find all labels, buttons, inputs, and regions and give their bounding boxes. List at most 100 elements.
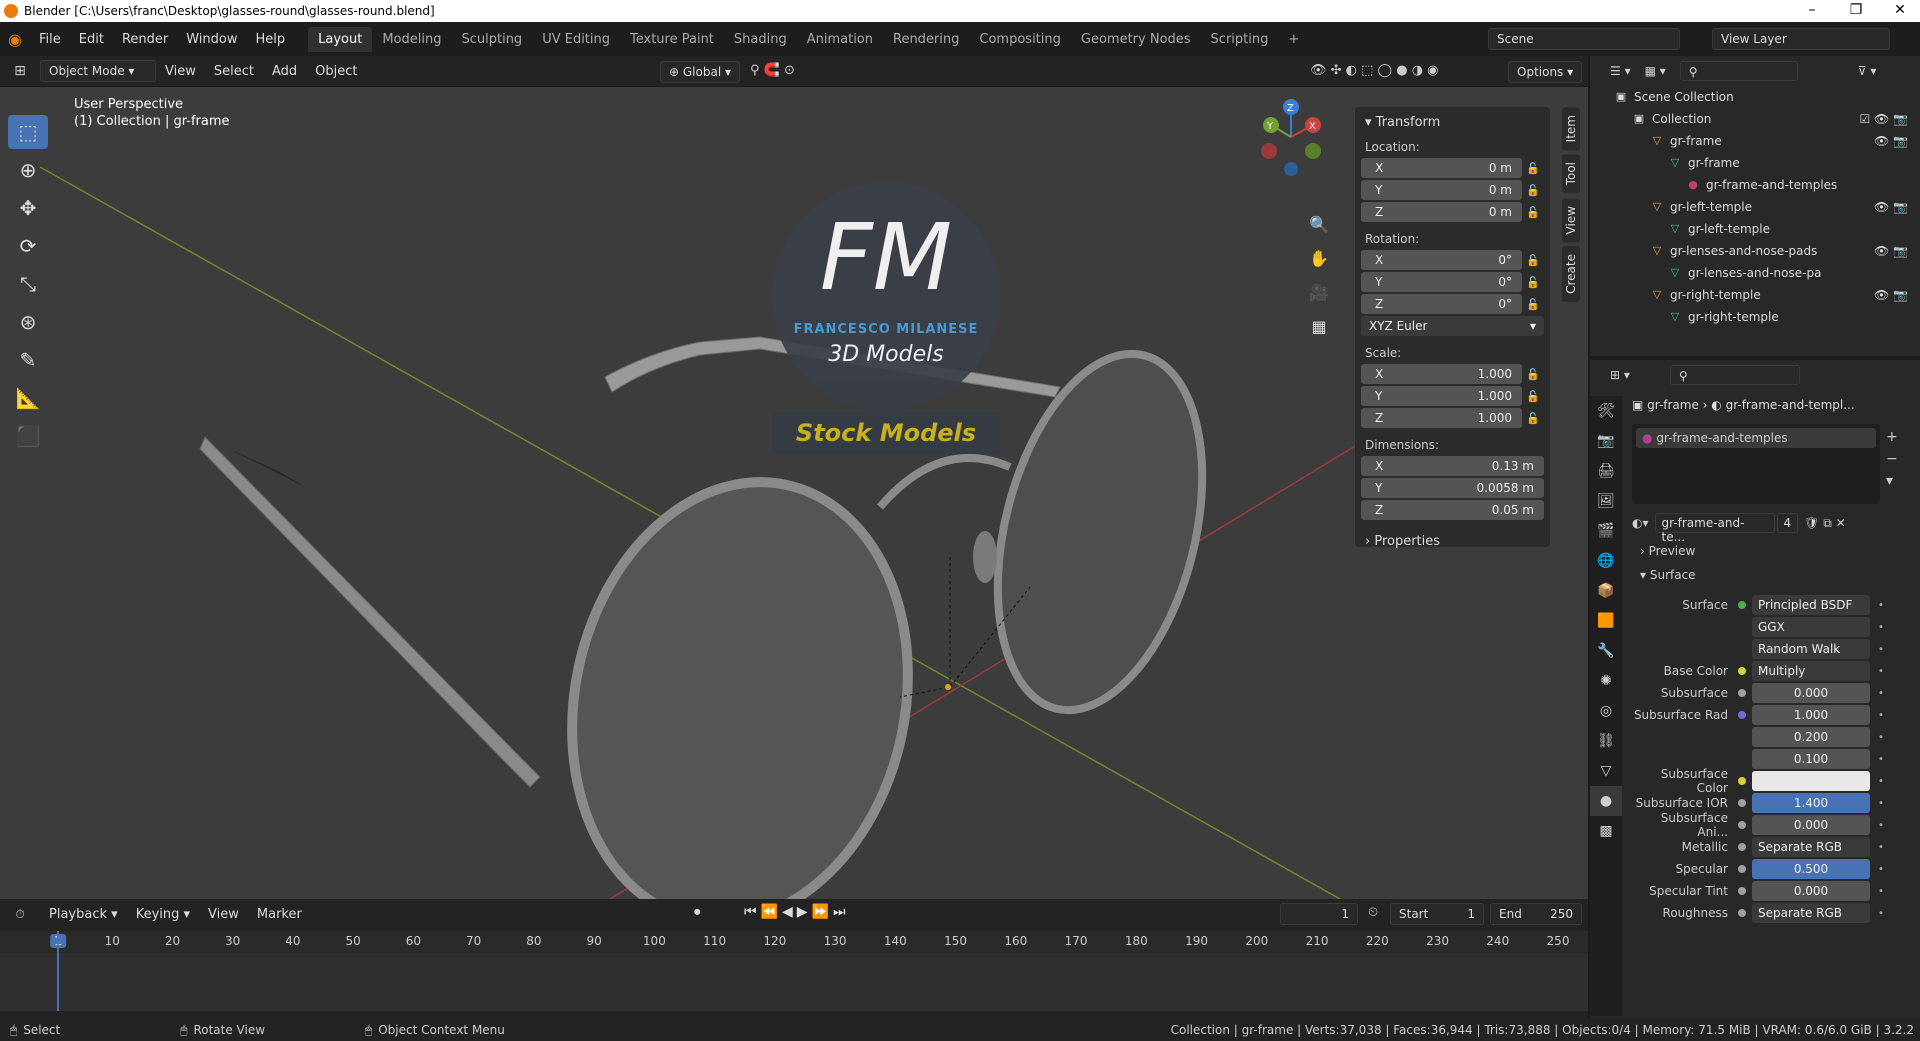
tab-rendering[interactable]: Rendering	[883, 27, 969, 52]
playback-controls-icon[interactable]: ⏮⏪◀▶⏩⏭	[744, 904, 850, 920]
keyframe-dot-icon[interactable]: •	[1878, 908, 1884, 919]
keyframe-dot-icon[interactable]: •	[1878, 732, 1884, 743]
socket-dot-icon[interactable]	[1738, 887, 1746, 895]
property-value-field[interactable]: 0.200	[1752, 727, 1870, 747]
lock-icon[interactable]: 🔓	[1522, 162, 1544, 175]
property-value-field[interactable]: 0.000	[1752, 881, 1870, 901]
lock-icon[interactable]: 🔓	[1522, 276, 1544, 289]
outliner-row[interactable]: ▽ gr-lenses-and-nose-pads 👁 📷	[1590, 240, 1920, 262]
keyframe-dot-icon[interactable]: •	[1878, 644, 1884, 655]
view-layer-selector[interactable]: View Layer	[1712, 28, 1890, 50]
location-y-field[interactable]: Y 0 m	[1361, 180, 1522, 200]
pan-hand-icon[interactable]: ✋	[1305, 245, 1333, 273]
menu-view[interactable]: View	[156, 64, 205, 79]
outliner-row[interactable]: ▣ Scene Collection	[1590, 86, 1920, 108]
rotation-mode-select[interactable]: XYZ Euler ▾	[1361, 316, 1544, 336]
socket-dot-icon[interactable]	[1738, 777, 1746, 785]
menu-keying[interactable]: Keying ▾	[127, 907, 199, 922]
playhead[interactable]	[57, 931, 59, 1011]
scene-selector[interactable]: Scene	[1488, 28, 1680, 50]
scale-y-field[interactable]: Y 1.000	[1361, 386, 1522, 406]
visibility-toggle-icon[interactable]: 👁 📷	[1874, 288, 1908, 302]
dimensions-y-field[interactable]: Y 0.0058 m	[1361, 478, 1544, 498]
material-tab-icon[interactable]: ●	[1590, 786, 1622, 816]
outliner-row[interactable]: ▽ gr-frame 👁 📷	[1590, 130, 1920, 152]
collection-tab-icon[interactable]: 📦	[1590, 576, 1622, 606]
tab-shading[interactable]: Shading	[724, 27, 797, 52]
editor-type-icon[interactable]: ⊞	[0, 63, 40, 79]
camera-view-icon[interactable]: 🎥	[1305, 279, 1333, 307]
property-value-field[interactable]: Random Walk	[1752, 639, 1870, 659]
visibility-toggle-icon[interactable]: ☑ 👁 📷	[1859, 112, 1908, 126]
keyframe-dot-icon[interactable]: •	[1878, 798, 1884, 809]
particles-tab-icon[interactable]: ✺	[1590, 666, 1622, 696]
lock-icon[interactable]: 🔓	[1522, 390, 1544, 403]
socket-dot-icon[interactable]	[1738, 755, 1746, 763]
rotation-z-field[interactable]: Z 0°	[1361, 294, 1522, 314]
outliner-search-input[interactable]: ⚲	[1679, 61, 1798, 81]
property-value-field[interactable]	[1752, 771, 1870, 791]
outliner-row[interactable]: ▽ gr-left-temple	[1590, 218, 1920, 240]
outliner-editor-icon[interactable]: ☰ ▾	[1610, 64, 1631, 78]
outliner-row[interactable]: ▽ gr-right-temple 👁 📷	[1590, 284, 1920, 306]
scene-tab-icon[interactable]: 🎬	[1590, 516, 1622, 546]
outliner-row[interactable]: ▣ Collection ☑ 👁 📷	[1590, 108, 1920, 130]
socket-dot-icon[interactable]	[1738, 689, 1746, 697]
select-box-icon[interactable]: ⬚	[8, 115, 48, 149]
zoom-icon[interactable]: 🔍	[1305, 211, 1333, 239]
property-value-field[interactable]: GGX	[1752, 617, 1870, 637]
tab-animation[interactable]: Animation	[797, 27, 883, 52]
scale-icon[interactable]: ⤡	[8, 267, 48, 301]
keyframe-dot-icon[interactable]: •	[1878, 886, 1884, 897]
menu-marker[interactable]: Marker	[248, 907, 311, 922]
menu-edit[interactable]: Edit	[70, 32, 113, 47]
surface-section[interactable]: ▾ Surface	[1640, 568, 1696, 582]
transform-header[interactable]: ▾ Transform	[1365, 115, 1540, 130]
object-tab-icon[interactable]: 🟧	[1590, 606, 1622, 636]
lock-icon[interactable]: 🔓	[1522, 184, 1544, 197]
socket-dot-icon[interactable]	[1738, 843, 1746, 851]
tab-layout[interactable]: Layout	[308, 26, 373, 52]
move-icon[interactable]: ✥	[8, 191, 48, 225]
menu-object[interactable]: Object	[306, 64, 366, 79]
menu-timeline-view[interactable]: View	[199, 907, 248, 922]
orientation-selector[interactable]: ⊕ Global ▾	[660, 61, 740, 83]
visibility-toggle-icon[interactable]: 👁 📷	[1874, 200, 1908, 214]
socket-dot-icon[interactable]	[1738, 821, 1746, 829]
property-value-field[interactable]: Multiply	[1752, 661, 1870, 681]
physics-tab-icon[interactable]: ◎	[1590, 696, 1622, 726]
menu-select[interactable]: Select	[205, 64, 263, 79]
property-value-field[interactable]: Separate RGB	[1752, 903, 1870, 923]
rotation-y-field[interactable]: Y 0°	[1361, 272, 1522, 292]
tab-compositing[interactable]: Compositing	[969, 27, 1071, 52]
record-icon[interactable]: ⏺	[694, 905, 701, 920]
rotate-icon[interactable]: ⟳	[8, 229, 48, 263]
keyframe-dot-icon[interactable]: •	[1878, 842, 1884, 853]
minimize-button[interactable]: –	[1792, 0, 1832, 22]
location-x-field[interactable]: X 0 m	[1361, 158, 1522, 178]
timeline-editor-icon[interactable]: ⏱	[0, 907, 40, 922]
outliner-row[interactable]: ▽ gr-right-temple	[1590, 306, 1920, 328]
viewport-3d[interactable]: FM FRANCESCO MILANESE 3D Models Stock Mo…	[0, 87, 1588, 899]
fake-user-icon[interactable]: 🛡 ⧉ ✕	[1804, 516, 1846, 531]
keyframe-dot-icon[interactable]: •	[1878, 776, 1884, 787]
socket-dot-icon[interactable]	[1738, 733, 1746, 741]
cursor-icon[interactable]: ⊕	[8, 153, 48, 187]
start-frame-field[interactable]: Start 1	[1390, 903, 1484, 925]
socket-dot-icon[interactable]	[1738, 667, 1746, 675]
dimensions-z-field[interactable]: Z 0.05 m	[1361, 500, 1544, 520]
add-workspace-button[interactable]: +	[1278, 27, 1309, 52]
scale-z-field[interactable]: Z 1.000	[1361, 408, 1522, 428]
keyframe-dot-icon[interactable]: •	[1878, 666, 1884, 677]
socket-dot-icon[interactable]	[1738, 865, 1746, 873]
properties-section[interactable]: › Properties	[1365, 534, 1540, 549]
filter-icon[interactable]: ⊽ ▾	[1858, 64, 1877, 78]
tab-texture-paint[interactable]: Texture Paint	[620, 27, 724, 52]
keyframe-dot-icon[interactable]: •	[1878, 820, 1884, 831]
property-value-field[interactable]: 0.100	[1752, 749, 1870, 769]
properties-editor-icon[interactable]: ⊞ ▾	[1610, 368, 1630, 382]
material-users-count[interactable]: 4	[1776, 513, 1799, 533]
tab-tool[interactable]: Tool	[1562, 154, 1580, 194]
tab-item[interactable]: Item	[1562, 107, 1580, 151]
snap-icon[interactable]: ⚲ 🧲 ⊙	[750, 63, 795, 78]
